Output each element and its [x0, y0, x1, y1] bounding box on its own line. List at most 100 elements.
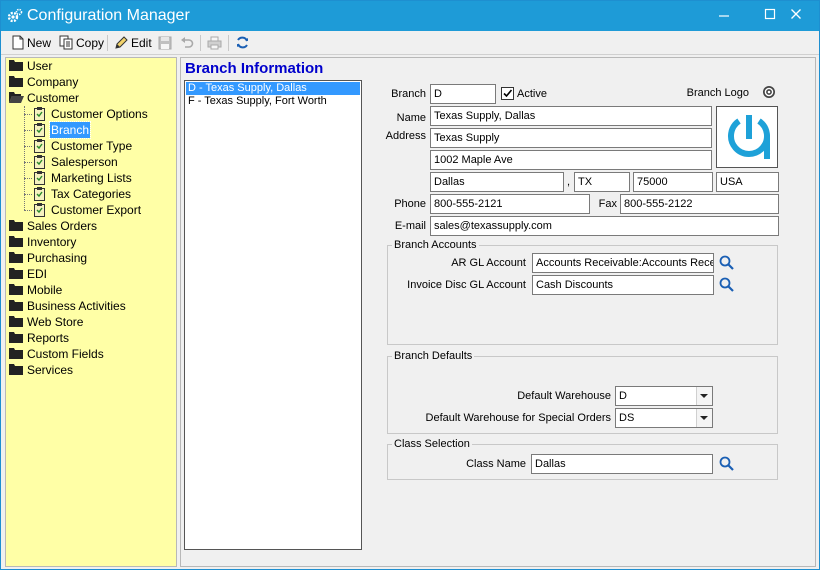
folder-icon — [9, 348, 23, 359]
tree-connector — [24, 194, 32, 195]
save-button[interactable] — [158, 34, 174, 52]
branch-defaults-group: Branch Defaults Default Warehouse D Defa… — [387, 349, 778, 434]
default-warehouse-select[interactable]: D — [615, 386, 713, 406]
tree-node-label: Branch — [48, 121, 92, 139]
chevron-down-icon — [700, 394, 708, 398]
folder-icon — [9, 300, 23, 311]
phone-field[interactable]: 800-555-2121 — [430, 194, 590, 214]
address-line-1-field[interactable]: Texas Supply — [430, 128, 712, 148]
list-item[interactable]: D - Texas Supply, Dallas — [186, 82, 360, 95]
undo-icon — [181, 37, 194, 48]
dropdown-button[interactable] — [696, 409, 712, 427]
name-field[interactable]: Texas Supply, Dallas — [430, 106, 712, 126]
folder-icon — [9, 284, 23, 295]
tree-node-label: Customer Type — [51, 139, 133, 153]
clipboard-icon — [34, 155, 45, 169]
invoice-disc-gl-account-field[interactable]: Cash Discounts — [532, 275, 714, 295]
tree-node-label: Mobile — [27, 283, 63, 297]
new-button-label: New — [27, 36, 52, 50]
search-icon[interactable] — [718, 276, 736, 294]
branch-logo — [716, 106, 778, 168]
tree-node-label: Customer Export — [51, 203, 142, 217]
refresh-icon — [237, 36, 248, 49]
default-warehouse-special-select[interactable]: DS — [615, 408, 713, 428]
email-label: E-mail — [394, 220, 426, 232]
folder-icon — [9, 60, 23, 71]
pencil-icon — [115, 36, 128, 49]
group-title: Branch Accounts — [392, 238, 479, 252]
select-value: DS — [619, 412, 635, 424]
class-selection-group: Class Selection Class Name Dallas — [387, 437, 778, 480]
close-button[interactable] — [773, 1, 819, 31]
group-title: Class Selection — [392, 437, 472, 451]
active-label: Active — [517, 88, 547, 100]
dropdown-button[interactable] — [696, 387, 712, 405]
tree-node-label: Web Store — [27, 315, 84, 329]
folder-icon — [9, 220, 23, 231]
tree-node-label: Custom Fields — [27, 347, 104, 361]
copy-button[interactable]: Copy — [59, 34, 104, 52]
chevron-down-icon — [700, 416, 708, 420]
refresh-button[interactable] — [235, 34, 252, 52]
folder-open-icon — [9, 92, 24, 103]
edit-button[interactable]: Edit — [114, 34, 152, 52]
tree-node-label: Services — [27, 363, 74, 377]
search-icon[interactable] — [718, 254, 736, 272]
close-icon — [791, 9, 801, 19]
logo-settings-icon[interactable] — [762, 85, 776, 99]
tree-node-label: Customer — [27, 91, 80, 105]
country-field[interactable]: USA — [716, 172, 779, 192]
tree-connector — [24, 130, 32, 131]
navigation-tree: User Company Customer Customer Options B… — [5, 57, 177, 567]
default-warehouse-special-label: Default Warehouse for Special Orders — [425, 412, 611, 424]
new-button[interactable]: New — [11, 34, 51, 52]
tree-node-label: Business Activities — [27, 299, 126, 313]
tree-node-label: EDI — [27, 267, 48, 281]
tree-node-label: Reports — [27, 331, 70, 345]
ar-gl-account-field[interactable]: Accounts Receivable:Accounts Recei — [532, 253, 714, 273]
folder-icon — [9, 252, 23, 263]
list-item[interactable]: F - Texas Supply, Fort Worth — [186, 95, 360, 108]
state-field[interactable]: TX — [574, 172, 630, 192]
search-icon[interactable] — [718, 455, 736, 473]
fax-label: Fax — [598, 198, 617, 210]
address-label: Address — [385, 130, 426, 142]
zip-field[interactable]: 75000 — [633, 172, 713, 192]
copy-button-label: Copy — [76, 36, 105, 50]
gear-icon — [7, 8, 23, 23]
tree-node-label: Company — [27, 75, 79, 89]
app-window: Configuration Manager New Copy Edit User… — [0, 0, 820, 570]
branch-field[interactable]: D — [430, 84, 496, 104]
content-panel: Branch Information D - Texas Supply, Dal… — [180, 57, 816, 567]
minimize-button[interactable] — [701, 1, 747, 31]
toolbar-separator — [228, 35, 229, 51]
class-name-field[interactable]: Dallas — [531, 454, 713, 474]
email-field[interactable]: sales@texassupply.com — [430, 216, 779, 236]
title-bar[interactable]: Configuration Manager — [1, 1, 819, 31]
tree-node-label: Marketing Lists — [51, 171, 132, 185]
active-checkbox[interactable] — [501, 87, 514, 100]
city-field[interactable]: Dallas — [430, 172, 564, 192]
branch-list[interactable]: D - Texas Supply, Dallas F - Texas Suppl… — [184, 80, 362, 550]
tree-node-label: Customer Options — [51, 107, 148, 121]
check-icon — [503, 89, 513, 98]
folder-icon — [9, 364, 23, 375]
tree-connector — [24, 178, 32, 179]
tree-connector — [24, 114, 32, 115]
tree-node-label: Inventory — [27, 235, 77, 249]
folder-icon — [9, 268, 23, 279]
minimize-icon — [719, 15, 729, 17]
print-button[interactable] — [207, 34, 224, 52]
default-warehouse-label: Default Warehouse — [517, 390, 611, 402]
tree-connector — [24, 162, 32, 163]
clipboard-icon — [34, 139, 45, 153]
toolbar-separator — [107, 35, 108, 51]
page-title: Branch Information — [185, 60, 324, 77]
folder-icon — [9, 332, 23, 343]
fax-field[interactable]: 800-555-2122 — [620, 194, 779, 214]
undo-button[interactable] — [180, 34, 196, 52]
ar-gl-account-label: AR GL Account — [451, 257, 526, 269]
address-line-2-field[interactable]: 1002 Maple Ave — [430, 150, 712, 170]
copy-icon — [59, 35, 73, 50]
tree-connector — [24, 146, 32, 147]
